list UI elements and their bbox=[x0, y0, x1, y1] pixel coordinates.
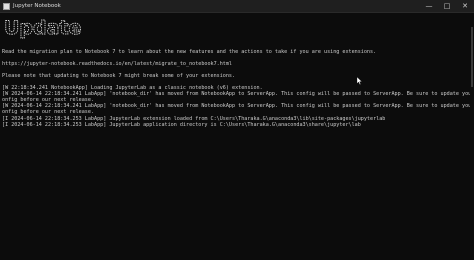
ascii-banner-art: Update bbox=[4, 17, 82, 40]
terminal-app-icon bbox=[3, 2, 10, 10]
ascii-banner: Update bbox=[2, 13, 468, 49]
terminal-window: Jupyter Notebook — □ ✕ Update Read the m… bbox=[0, 0, 474, 260]
title-bar[interactable]: Jupyter Notebook — □ ✕ bbox=[0, 0, 474, 13]
minimize-button[interactable]: — bbox=[420, 0, 438, 12]
ascii-banner-text: Update bbox=[4, 17, 81, 39]
scrollbar-thumb[interactable] bbox=[471, 27, 473, 87]
mouse-pointer-icon bbox=[357, 77, 363, 85]
log-lines: Read the migration plan to Notebook 7 to… bbox=[2, 49, 474, 128]
terminal-output[interactable]: Update Read the migration plan to Notebo… bbox=[2, 13, 474, 258]
maximize-button[interactable]: □ bbox=[438, 0, 456, 12]
window-controls: — □ ✕ bbox=[420, 0, 474, 12]
vertical-scrollbar[interactable] bbox=[470, 13, 474, 260]
close-button[interactable]: ✕ bbox=[456, 0, 474, 12]
log-line: [I 2024-06-14 22:18:34.253 LabApp] Jupyt… bbox=[2, 121, 361, 128]
window-title: Jupyter Notebook bbox=[13, 3, 61, 9]
